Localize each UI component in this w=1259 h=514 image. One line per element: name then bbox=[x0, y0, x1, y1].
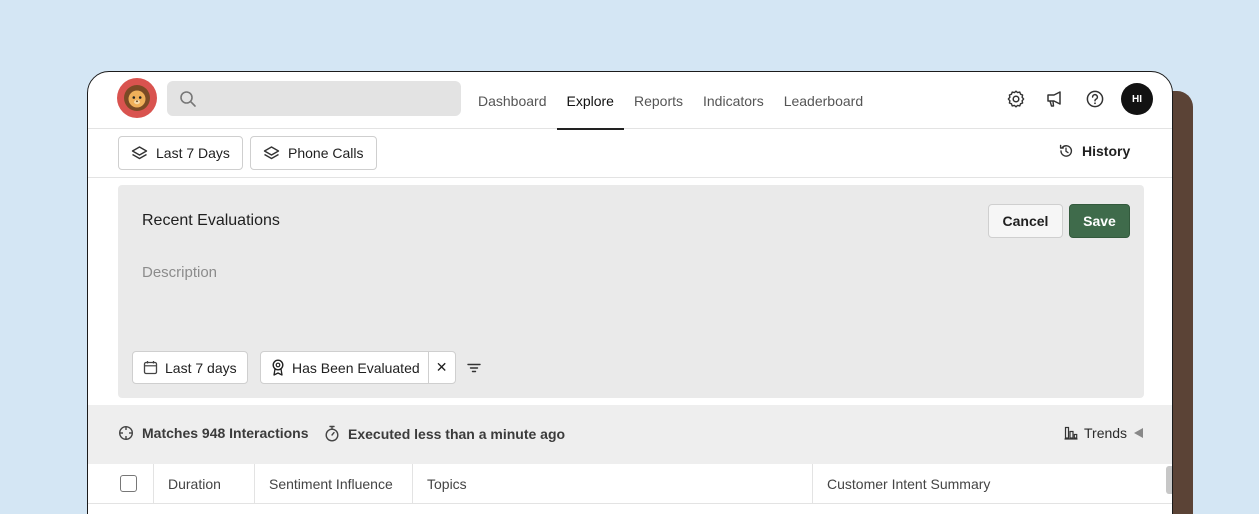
history-label: History bbox=[1082, 143, 1131, 159]
column-header-duration[interactable]: Duration bbox=[154, 464, 255, 504]
select-column-header bbox=[88, 464, 154, 504]
filter-lines-icon[interactable] bbox=[467, 361, 481, 375]
megaphone-icon[interactable] bbox=[1045, 89, 1065, 109]
app-window: Dashboard Explore Reports Indicators Lea… bbox=[87, 71, 1173, 514]
select-all-checkbox[interactable] bbox=[120, 475, 137, 492]
results-table-header: Duration Sentiment Influence Topics Cust… bbox=[88, 464, 1172, 504]
save-button[interactable]: Save bbox=[1069, 204, 1130, 238]
date-range-chip[interactable]: Last 7 Days bbox=[118, 136, 243, 170]
help-icon[interactable] bbox=[1085, 89, 1105, 109]
user-avatar[interactable]: HI bbox=[1121, 83, 1153, 115]
crosshair-icon bbox=[118, 425, 134, 441]
source-chip[interactable]: Phone Calls bbox=[250, 136, 377, 170]
executed-label: Executed less than a minute ago bbox=[348, 425, 566, 442]
nav-tab-indicators[interactable]: Indicators bbox=[693, 72, 774, 129]
nav-tab-dashboard[interactable]: Dashboard bbox=[468, 72, 557, 129]
remove-filter-button[interactable]: ✕ bbox=[427, 352, 455, 383]
results-summary-bar: Matches 948 Interactions Executed less t… bbox=[88, 405, 1172, 464]
date-range-chip-label: Last 7 Days bbox=[156, 145, 230, 161]
date-filter-segment[interactable]: Last 7 days bbox=[133, 352, 247, 383]
layers-icon bbox=[131, 145, 148, 159]
column-header-customer-intent-summary[interactable]: Customer Intent Summary bbox=[813, 464, 1172, 504]
source-chip-label: Phone Calls bbox=[288, 145, 364, 161]
trends-toggle[interactable]: Trends bbox=[1064, 425, 1144, 441]
matches-label: Matches 948 Interactions bbox=[142, 425, 309, 441]
calendar-icon bbox=[143, 361, 158, 375]
award-ribbon-icon bbox=[272, 359, 284, 376]
evaluated-filter-label: Has Been Evaluated bbox=[292, 359, 420, 376]
lion-logo-icon[interactable] bbox=[117, 78, 157, 118]
main-nav: Dashboard Explore Reports Indicators Lea… bbox=[468, 72, 873, 130]
query-editor-panel: Cancel Save Last 7 days Has B bbox=[118, 185, 1144, 398]
vertical-scrollbar-thumb[interactable] bbox=[1166, 466, 1172, 494]
nav-tab-explore[interactable]: Explore bbox=[556, 72, 625, 130]
gear-icon[interactable] bbox=[1006, 89, 1026, 109]
cancel-button[interactable]: Cancel bbox=[988, 204, 1063, 238]
evaluated-filter-segment[interactable]: Has Been Evaluated bbox=[261, 352, 428, 383]
column-header-topics[interactable]: Topics bbox=[413, 464, 813, 504]
search-icon bbox=[180, 91, 196, 107]
layers-icon bbox=[263, 145, 280, 159]
query-title-input[interactable] bbox=[142, 209, 742, 233]
caret-left-icon bbox=[1134, 428, 1144, 438]
evaluated-filter-chip: Has Been Evaluated ✕ bbox=[260, 351, 456, 384]
stopwatch-icon bbox=[325, 425, 339, 442]
trends-label: Trends bbox=[1084, 425, 1128, 441]
filter-bar: Last 7 Days Phone Calls History bbox=[88, 129, 1172, 178]
search-input[interactable] bbox=[167, 81, 461, 116]
bar-chart-icon bbox=[1064, 426, 1078, 440]
date-filter-label: Last 7 days bbox=[165, 359, 237, 376]
executed-stat: Executed less than a minute ago bbox=[324, 425, 565, 442]
column-header-sentiment-influence[interactable]: Sentiment Influence bbox=[255, 464, 413, 504]
nav-tab-leaderboard[interactable]: Leaderboard bbox=[774, 72, 873, 129]
nav-tab-reports[interactable]: Reports bbox=[624, 72, 693, 129]
history-icon bbox=[1059, 144, 1073, 157]
close-icon: ✕ bbox=[435, 359, 448, 375]
date-filter-chip[interactable]: Last 7 days bbox=[132, 351, 248, 384]
history-button[interactable]: History bbox=[1058, 143, 1130, 159]
top-navigation-bar: Dashboard Explore Reports Indicators Lea… bbox=[88, 72, 1172, 130]
matches-stat: Matches 948 Interactions bbox=[118, 425, 309, 441]
description-input[interactable] bbox=[142, 261, 942, 283]
